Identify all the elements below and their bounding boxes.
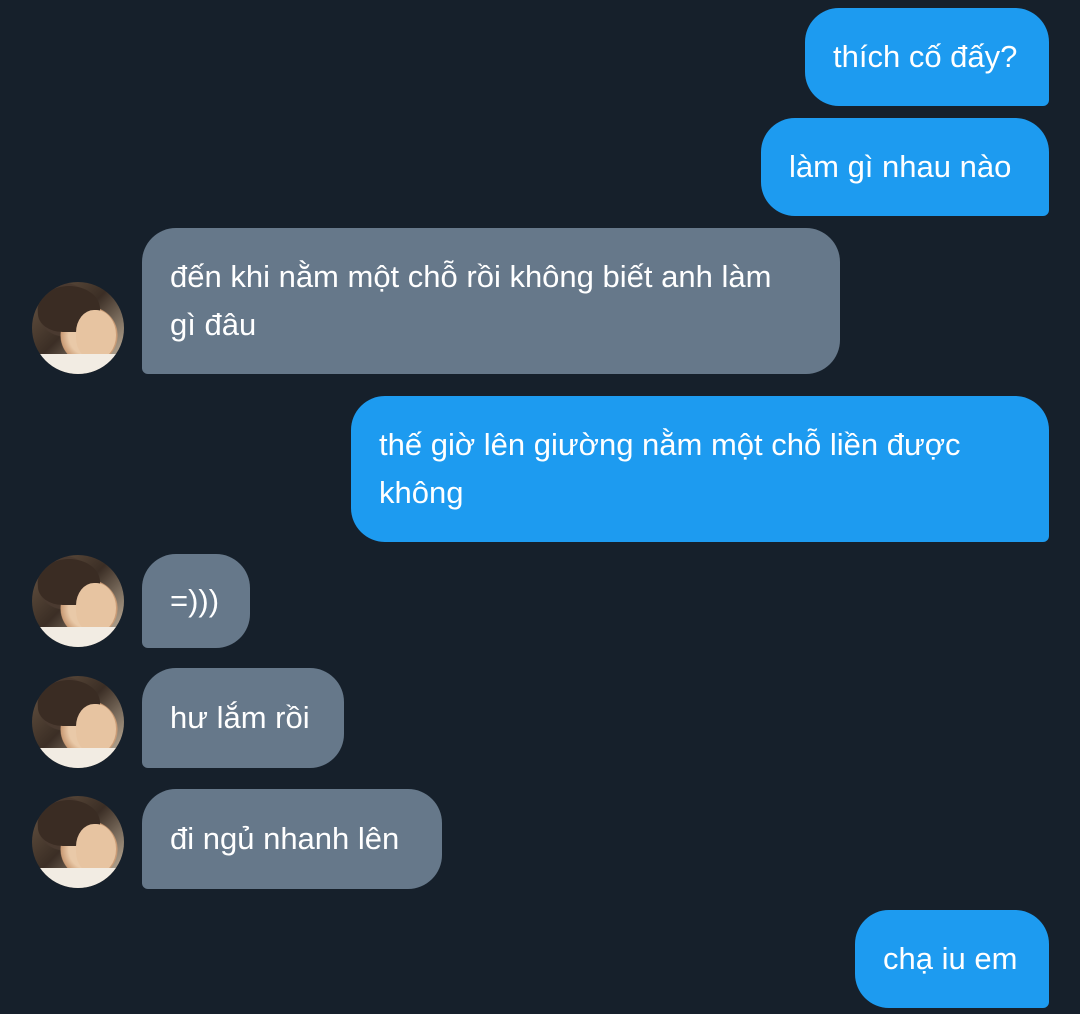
contact-avatar-icon[interactable] [32, 796, 124, 888]
sent-message-bubble[interactable]: thích cố đấy? [805, 8, 1049, 106]
sent-message-bubble[interactable]: làm gì nhau nào [761, 118, 1049, 216]
contact-avatar-icon[interactable] [32, 282, 124, 374]
contact-avatar-icon[interactable] [32, 555, 124, 647]
avatar-face [76, 824, 116, 874]
avatar-face [76, 704, 116, 754]
avatar-shirt [32, 868, 124, 888]
avatar-face [76, 310, 116, 360]
avatar-shirt [32, 748, 124, 768]
received-message-bubble[interactable]: hư lắm rồi [142, 668, 344, 768]
sent-message-bubble[interactable]: thế giờ lên giường nằm một chỗ liền được… [351, 396, 1049, 542]
message-thread: thích cố đấy? làm gì nhau nào đến khi nằ… [0, 0, 1080, 1014]
avatar-shirt [32, 627, 124, 647]
received-message-bubble[interactable]: =))) [142, 554, 250, 648]
contact-avatar-icon[interactable] [32, 676, 124, 768]
sent-message-bubble[interactable]: chạ iu em [855, 910, 1049, 1008]
avatar-face [76, 583, 116, 633]
received-message-bubble[interactable]: đi ngủ nhanh lên [142, 789, 442, 889]
avatar-shirt [32, 354, 124, 374]
received-message-bubble[interactable]: đến khi nằm một chỗ rồi không biết anh l… [142, 228, 840, 374]
